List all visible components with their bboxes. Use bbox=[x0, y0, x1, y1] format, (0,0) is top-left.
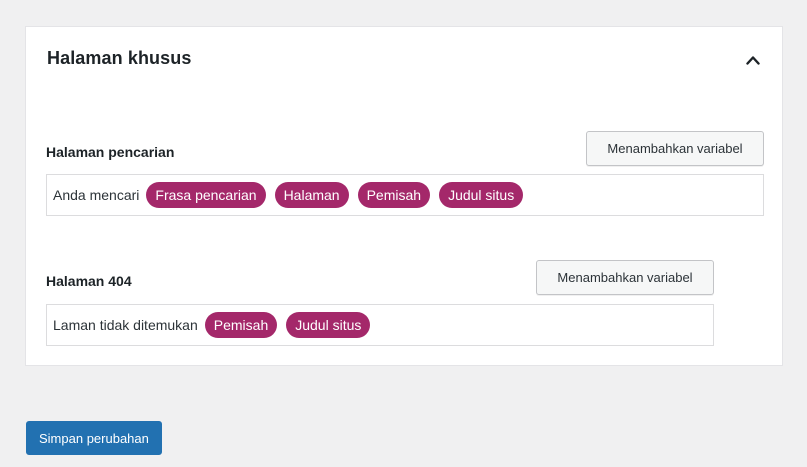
page: Halaman khusus Halaman pencarian Menamba… bbox=[0, 0, 807, 467]
search-page-title-input[interactable]: Anda mencari Frasa pencarian Halaman Pem… bbox=[46, 174, 764, 216]
save-changes-button[interactable]: Simpan perubahan bbox=[26, 421, 162, 455]
not-found-page-prefix-text: Laman tidak ditemukan bbox=[53, 317, 198, 333]
search-page-add-variable-button[interactable]: Menambahkan variabel bbox=[586, 131, 764, 166]
special-pages-card: Halaman khusus Halaman pencarian Menamba… bbox=[25, 26, 783, 366]
card-title: Halaman khusus bbox=[47, 48, 192, 68]
not-found-page-label: Halaman 404 bbox=[46, 273, 132, 289]
variable-pill-search-phrase[interactable]: Frasa pencarian bbox=[146, 182, 266, 208]
search-page-prefix-text: Anda mencari bbox=[53, 187, 140, 203]
variable-pill-site-title[interactable]: Judul situs bbox=[439, 182, 524, 208]
collapse-button[interactable] bbox=[742, 49, 764, 71]
not-found-page-add-variable-button[interactable]: Menambahkan variabel bbox=[536, 260, 714, 295]
chevron-up-icon bbox=[746, 56, 760, 65]
search-page-label: Halaman pencarian bbox=[46, 144, 175, 160]
variable-pill-page[interactable]: Halaman bbox=[274, 182, 349, 208]
variable-pill-site-title[interactable]: Judul situs bbox=[286, 312, 371, 338]
not-found-page-title-input[interactable]: Laman tidak ditemukan Pemisah Judul situ… bbox=[46, 304, 714, 346]
variable-pill-separator[interactable]: Pemisah bbox=[204, 312, 278, 338]
variable-pill-separator[interactable]: Pemisah bbox=[357, 182, 431, 208]
